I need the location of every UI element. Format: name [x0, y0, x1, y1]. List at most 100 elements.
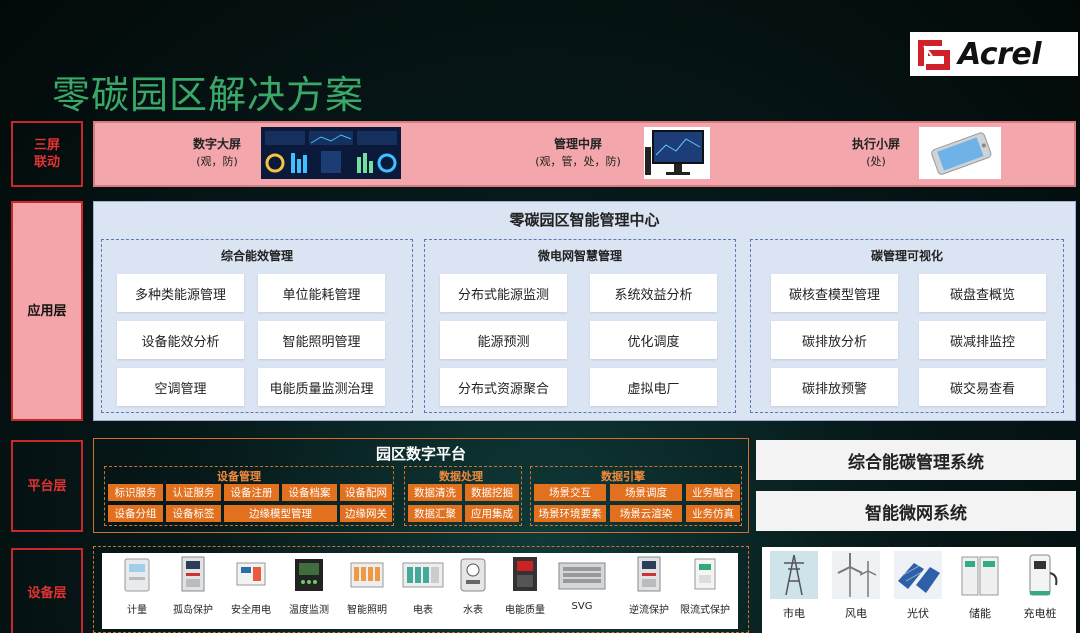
- platform-group-title: 数据处理: [439, 470, 483, 483]
- layer-label-line: 三屏: [33, 138, 60, 153]
- platform-chip[interactable]: 认证服务: [166, 484, 221, 501]
- screen-sub: (观，防): [196, 155, 238, 168]
- app-card[interactable]: 碳排放预警: [771, 368, 898, 406]
- device-item: 智能照明: [336, 555, 398, 616]
- platform-chip[interactable]: 标识服务: [108, 484, 163, 501]
- water-meter-icon: [460, 558, 486, 592]
- app-card[interactable]: 碳排放分析: [771, 321, 898, 359]
- platform-chip[interactable]: 设备注册: [224, 484, 279, 501]
- wind-turbine-icon: [832, 551, 880, 599]
- device-item: 逆流保护: [618, 555, 680, 616]
- screen-digital-big: 数字大屏 (观，防): [179, 127, 401, 179]
- screen-text: 数字大屏 (观，防): [179, 136, 255, 170]
- platform-title: 园区数字平台: [375, 445, 466, 463]
- app-card[interactable]: 碳核查模型管理: [771, 274, 898, 312]
- screen-exec-small: 执行小屏 (处): [843, 127, 1001, 179]
- app-card[interactable]: 电能质量监测治理: [258, 368, 385, 406]
- source-item: 储能: [954, 551, 1006, 621]
- screen-text: 管理中屏 (观，管，处，防): [520, 136, 636, 170]
- system-box-microgrid[interactable]: 智能微网系统: [756, 491, 1076, 531]
- solar-panel-icon: [894, 551, 942, 599]
- group-microgrid: 微电网智慧管理 分布式能源监测 系统效益分析 能源预测 优化调度 分布式资源聚合…: [424, 239, 736, 413]
- group-energy-efficiency: 综合能效管理 多种类能源管理 单位能耗管理 设备能效分析 智能照明管理 空调管理…: [101, 239, 413, 413]
- island-protection-icon: [181, 556, 205, 592]
- platform-chip[interactable]: 设备分组: [108, 505, 163, 522]
- platform-chip[interactable]: 边缘模型管理: [224, 505, 337, 522]
- platform-chip[interactable]: 场景调度: [610, 484, 682, 501]
- layer-label-screens: 三屏 联动: [11, 121, 83, 187]
- svg-device-icon: [558, 562, 606, 590]
- platform-chip[interactable]: 数据清洗: [408, 484, 462, 501]
- device-item: 计量: [106, 555, 168, 616]
- screen-mgmt-mid: 管理中屏 (观，管，处，防): [520, 127, 710, 179]
- app-card[interactable]: 系统效益分析: [590, 274, 717, 312]
- system-box-carbon[interactable]: 综合能碳管理系统: [756, 440, 1076, 480]
- device-label: 温度监测: [289, 605, 329, 616]
- device-item: 安全用电: [220, 555, 282, 616]
- platform-chip[interactable]: 数据汇聚: [408, 505, 462, 522]
- app-card[interactable]: 智能照明管理: [258, 321, 385, 359]
- app-card[interactable]: 分布式资源聚合: [440, 368, 567, 406]
- device-item: 限流式保护: [674, 555, 736, 616]
- source-label: 市电: [783, 607, 805, 620]
- device-label: 计量: [127, 605, 147, 616]
- electrical-safety-icon: [236, 562, 266, 586]
- app-center-title: 零碳园区智能管理中心: [509, 211, 660, 229]
- device-panel: 计量 孤岛保护 安全用电 温度监测 智能照明 电表 水表 电能质量 SVG 逆流…: [102, 553, 738, 629]
- power-quality-icon: [513, 557, 537, 591]
- source-label: 风电: [845, 607, 867, 620]
- platform-chip[interactable]: 设备标签: [166, 505, 221, 522]
- app-card[interactable]: 多种类能源管理: [117, 274, 244, 312]
- screen-text: 执行小屏 (处): [843, 136, 909, 170]
- screen-title: 数字大屏: [192, 137, 241, 151]
- app-card[interactable]: 虚拟电厂: [590, 368, 717, 406]
- platform-chip[interactable]: 业务仿真: [686, 505, 740, 522]
- smartphone-icon: [919, 127, 1001, 179]
- device-item: 温度监测: [278, 555, 340, 616]
- group-carbon-visual: 碳管理可视化 碳核查模型管理 碳盘查概览 碳排放分析 碳减排监控 碳排放预警 碳…: [750, 239, 1064, 413]
- device-layer: 计量 孤岛保护 安全用电 温度监测 智能照明 电表 水表 电能质量 SVG 逆流…: [93, 546, 749, 633]
- app-layer: 零碳园区智能管理中心 综合能效管理 多种类能源管理 单位能耗管理 设备能效分析 …: [93, 201, 1076, 421]
- platform-chip[interactable]: 应用集成: [465, 505, 519, 522]
- source-label: 储能: [969, 607, 991, 620]
- app-card[interactable]: 碳交易查看: [919, 368, 1046, 406]
- app-card[interactable]: 单位能耗管理: [258, 274, 385, 312]
- device-label: 限流式保护: [680, 605, 730, 616]
- platform-chip[interactable]: 场景云渲染: [610, 505, 682, 522]
- app-card[interactable]: 分布式能源监测: [440, 274, 567, 312]
- acrel-logo-mark-icon: [916, 36, 952, 72]
- source-item: 市电: [768, 551, 820, 621]
- app-card[interactable]: 空调管理: [117, 368, 244, 406]
- device-label: 孤岛保护: [173, 605, 213, 616]
- app-card[interactable]: 设备能效分析: [117, 321, 244, 359]
- source-item: 光伏: [892, 551, 944, 621]
- device-item: 孤岛保护: [162, 555, 224, 616]
- app-card[interactable]: 优化调度: [590, 321, 717, 359]
- platform-chip[interactable]: 场景环境要素: [534, 505, 606, 522]
- platform-chip[interactable]: 业务融合: [686, 484, 740, 501]
- acrel-logo: Acrel: [910, 32, 1078, 76]
- platform-chip[interactable]: 设备配网: [340, 484, 392, 501]
- platform-layer: 园区数字平台 设备管理 标识服务 认证服务 设备注册 设备档案 设备配网 设备分…: [93, 438, 749, 533]
- smart-lighting-icon: [350, 562, 384, 588]
- app-card[interactable]: 能源预测: [440, 321, 567, 359]
- platform-chip[interactable]: 场景交互: [534, 484, 606, 501]
- temperature-monitor-icon: [295, 559, 323, 591]
- layer-label-line: 联动: [33, 155, 60, 170]
- energy-sources-panel: 市电 风电 光伏 储能 充电桩: [762, 547, 1076, 633]
- platform-chip[interactable]: 边缘网关: [340, 505, 392, 522]
- platform-group-title: 数据引擎: [601, 470, 645, 483]
- charging-pile-icon: [1016, 551, 1064, 599]
- app-card[interactable]: 碳减排监控: [919, 321, 1046, 359]
- layer-label-platform: 平台层: [11, 440, 83, 532]
- device-label: 智能照明: [347, 605, 387, 616]
- platform-group-title: 设备管理: [217, 470, 261, 483]
- platform-chip[interactable]: 数据挖掘: [465, 484, 519, 501]
- group-title: 微电网智慧管理: [537, 249, 622, 263]
- platform-chip[interactable]: 设备档案: [282, 484, 337, 501]
- group-title: 碳管理可视化: [870, 249, 943, 263]
- app-card[interactable]: 碳盘查概览: [919, 274, 1046, 312]
- device-item: SVG: [548, 555, 616, 612]
- dashboard-screen-icon: [261, 127, 401, 179]
- device-item: 电能质量: [494, 555, 556, 616]
